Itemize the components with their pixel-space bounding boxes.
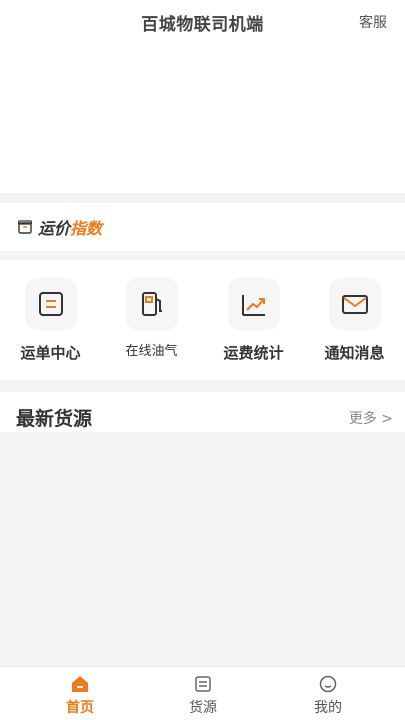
menu-item-freight-stats[interactable]: 运费统计 [203, 278, 304, 363]
tab-label: 货源 [189, 700, 217, 716]
menu-item-online-fuel[interactable]: 在线油气 [101, 278, 202, 359]
fuel-pump-icon [125, 278, 178, 330]
quick-menu: 运单中心 在线油气 运费统计 通知消息 [0, 260, 405, 380]
freight-index-label: 运价 [38, 219, 71, 238]
bottom-tab-bar: 首页 货源 我的 [0, 666, 405, 720]
header: 百城物联司机端 客服 [0, 0, 405, 193]
app-title: 百城物联司机端 [141, 15, 264, 35]
tab-home[interactable]: 首页 [30, 675, 130, 717]
menu-label: 在线油气 [125, 344, 178, 359]
home-icon [30, 675, 130, 693]
cargo-list-icon [153, 675, 253, 693]
menu-label: 运单中心 [20, 344, 81, 362]
tab-mine[interactable]: 我的 [278, 675, 378, 717]
menu-item-notifications[interactable]: 通知消息 [304, 278, 405, 363]
customer-service-link[interactable]: 客服 [359, 12, 387, 32]
tab-label: 首页 [66, 700, 94, 716]
package-icon [18, 220, 32, 234]
more-link[interactable]: 更多 > [349, 408, 393, 428]
envelope-icon [328, 278, 381, 330]
menu-label: 通知消息 [324, 344, 385, 362]
waybill-icon [24, 278, 77, 330]
trend-chart-icon [227, 278, 280, 330]
menu-item-waybill-center[interactable]: 运单中心 [0, 278, 101, 363]
freight-index-bar[interactable]: 运价 指数 [0, 203, 405, 251]
smiley-icon [278, 675, 378, 693]
latest-cargo-header: 最新货源 更多 > [0, 392, 405, 432]
tab-cargo[interactable]: 货源 [153, 675, 253, 717]
menu-label: 运费统计 [223, 344, 284, 362]
section-title: 最新货源 [16, 408, 93, 430]
tab-label: 我的 [314, 700, 342, 716]
freight-index-accent: 指数 [70, 219, 103, 238]
